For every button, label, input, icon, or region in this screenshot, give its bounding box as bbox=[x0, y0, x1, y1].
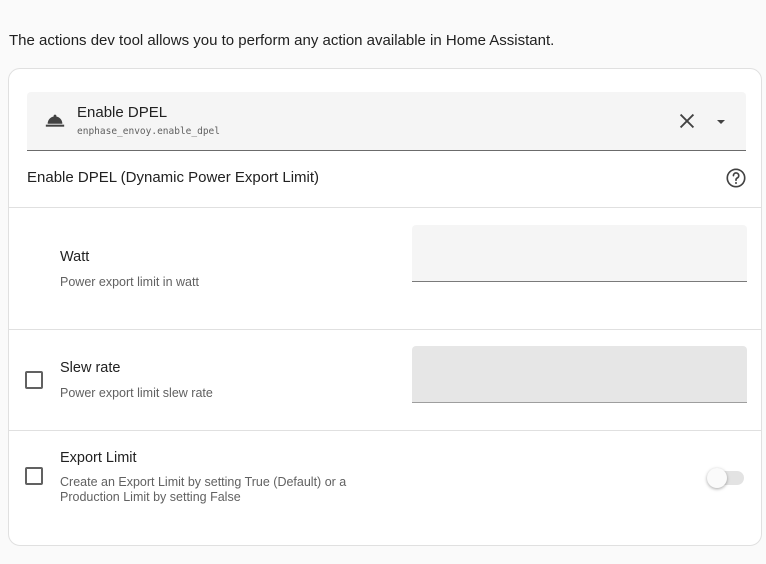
export-limit-toggle[interactable] bbox=[706, 467, 748, 489]
divider bbox=[9, 329, 761, 330]
action-id: enphase_envoy.enable_dpel bbox=[77, 126, 220, 137]
action-card: Enable DPEL enphase_envoy.enable_dpel En… bbox=[8, 68, 762, 546]
export-limit-checkbox[interactable] bbox=[25, 467, 43, 485]
slew-rate-checkbox[interactable] bbox=[25, 371, 43, 389]
field-slew-rate-description: Power export limit slew rate bbox=[60, 386, 213, 400]
divider bbox=[9, 207, 761, 208]
slew-rate-input[interactable] bbox=[412, 346, 747, 403]
service-bell-icon bbox=[45, 114, 65, 127]
action-description: Enable DPEL (Dynamic Power Export Limit) bbox=[27, 169, 320, 186]
field-watt-label: Watt bbox=[60, 249, 90, 265]
help-icon[interactable] bbox=[725, 167, 747, 189]
watt-input[interactable] bbox=[412, 225, 747, 282]
field-slew-rate-label: Slew rate bbox=[60, 360, 121, 376]
field-export-limit-description: Create an Export Limit by setting True (… bbox=[60, 475, 347, 504]
toggle-thumb bbox=[707, 468, 727, 488]
field-export-limit-label: Export Limit bbox=[60, 450, 137, 466]
action-picker[interactable]: Enable DPEL enphase_envoy.enable_dpel bbox=[27, 92, 746, 151]
intro-text: The actions dev tool allows you to perfo… bbox=[9, 32, 555, 49]
action-name: Enable DPEL bbox=[77, 104, 168, 121]
dropdown-arrow-icon[interactable] bbox=[713, 114, 729, 130]
clear-icon[interactable] bbox=[676, 110, 698, 132]
field-watt-description: Power export limit in watt bbox=[60, 275, 199, 289]
divider bbox=[9, 430, 761, 431]
